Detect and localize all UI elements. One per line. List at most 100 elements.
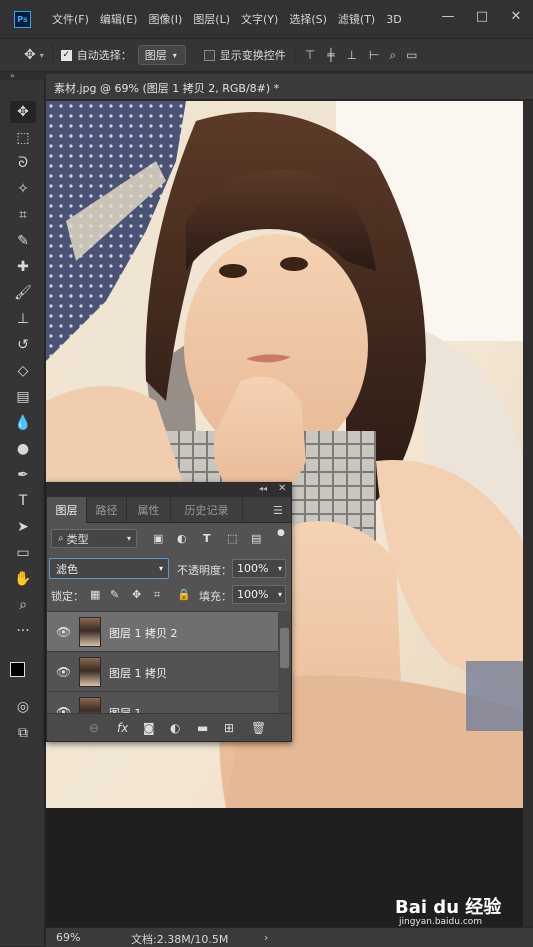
layers-panel: ◂◂ ✕ 图层 路径 属性 历史记录 ☰ ⌕ 类型 ▾ ▣ ◐ T ⬚ ▤ ● … [46, 482, 292, 742]
eyedropper-tool-icon[interactable]: ✎ [10, 230, 36, 252]
marquee-tool-icon[interactable]: ⬚ [10, 127, 36, 149]
menu-3d[interactable]: 3D [386, 13, 401, 26]
brush-tool-icon[interactable]: 🖌 [10, 282, 36, 304]
menu-filter[interactable]: 滤镜(T) [338, 11, 375, 27]
align-vertical-center-icon[interactable]: ╪ [327, 48, 334, 62]
filter-pixel-icon[interactable]: ▣ [153, 532, 163, 545]
expand-arrows-icon[interactable]: » [10, 71, 15, 80]
foreground-color-swatch[interactable] [10, 662, 25, 677]
layer-row[interactable]: 👁 图层 1 拷贝 2 [47, 612, 278, 652]
layer-row[interactable]: 👁 图层 1 [47, 692, 278, 713]
new-layer-icon[interactable]: ⊞ [224, 721, 234, 735]
lock-artboard-icon[interactable]: ⌗ [154, 588, 160, 602]
lock-position-icon[interactable]: ✥ [132, 588, 141, 601]
menu-image[interactable]: 图像(I) [148, 11, 182, 27]
close-button[interactable]: ✕ [499, 9, 533, 24]
tab-history[interactable]: 历史记录 [171, 497, 243, 523]
layer-name[interactable]: 图层 1 [109, 705, 142, 713]
magic-wand-tool-icon[interactable]: ✧ [10, 178, 36, 200]
lock-all-icon[interactable]: 🔒 [177, 588, 191, 601]
menu-select[interactable]: 选择(S) [289, 11, 327, 27]
adjustment-layer-icon[interactable]: ◐ [170, 721, 180, 735]
chevron-down-icon: ▾ [158, 564, 163, 573]
auto-select-target-value: 图层 [144, 49, 167, 62]
panel-titlebar[interactable]: ◂◂ ✕ [47, 483, 291, 497]
layer-row[interactable]: 👁 图层 1 拷贝 [47, 652, 278, 692]
gradient-tool-icon[interactable]: ▤ [10, 386, 36, 408]
filter-type-icon[interactable]: T [203, 532, 211, 545]
collapse-panel-icon[interactable]: ◂◂ [259, 484, 267, 493]
delete-layer-icon[interactable]: 🗑 [251, 721, 266, 735]
eye-icon[interactable]: 👁 [56, 665, 71, 679]
workspace-icon[interactable]: ▭ [406, 48, 417, 62]
minimize-button[interactable]: — [431, 9, 465, 24]
hand-tool-icon[interactable]: ✋ [10, 568, 36, 590]
fill-input[interactable]: 100% ▾ [232, 585, 286, 604]
panel-menu-icon[interactable]: ☰ [273, 504, 283, 517]
align-bottom-icon[interactable]: ⊥ [346, 48, 356, 62]
new-group-icon[interactable]: ▬ [197, 721, 208, 735]
zoom-tool-icon[interactable]: ⌕ [10, 594, 36, 616]
more-tools-icon[interactable]: ··· [10, 620, 36, 642]
menu-type[interactable]: 文字(Y) [241, 11, 278, 27]
tab-properties[interactable]: 属性 [127, 497, 171, 523]
lock-transparent-pixels-icon[interactable]: ▦ [90, 588, 100, 601]
eye-icon[interactable]: 👁 [56, 705, 71, 713]
tab-paths[interactable]: 路径 [87, 497, 127, 523]
status-menu-arrow-icon[interactable]: › [264, 931, 268, 944]
layer-list-scroll-thumb[interactable] [280, 628, 289, 668]
pen-tool-icon[interactable]: ✒ [10, 464, 36, 486]
options-bar: ✥ ▾ ✓ 自动选择： 图层 ▾ 显示变换控件 ⊤ ╪ ⊥ ⊢ ⌕ ▭ [0, 38, 533, 72]
filter-smart-object-icon[interactable]: ▤ [251, 532, 261, 545]
close-panel-icon[interactable]: ✕ [278, 483, 286, 494]
opacity-input[interactable]: 100% ▾ [232, 559, 286, 578]
move-tool-icon[interactable]: ✥ [24, 47, 36, 63]
zoom-level[interactable]: 69% [56, 931, 80, 944]
status-bar: 69% 文档:2.38M/10.5M › [46, 927, 533, 947]
layer-list: 👁 图层 1 拷贝 2 👁 图层 1 拷贝 👁 图层 1 [47, 611, 278, 713]
crop-tool-icon[interactable]: ⌗ [10, 204, 36, 226]
search-icon[interactable]: ⌕ [389, 48, 396, 63]
eraser-tool-icon[interactable]: ◇ [10, 360, 36, 382]
maximize-button[interactable]: □ [465, 9, 499, 24]
align-top-icon[interactable]: ⊤ [305, 48, 315, 62]
filter-toggle-icon[interactable]: ● [277, 528, 285, 538]
document-tab[interactable]: 素材.jpg @ 69% (图层 1 拷贝 2, RGB/8#) * [46, 74, 533, 100]
menu-edit[interactable]: 编辑(E) [100, 11, 138, 27]
filter-adjustment-icon[interactable]: ◐ [177, 532, 187, 545]
fill-label: 填充： [199, 590, 232, 603]
path-selection-tool-icon[interactable]: ➤ [10, 516, 36, 538]
tool-preset-chevron-icon[interactable]: ▾ [40, 51, 44, 60]
align-left-icon[interactable]: ⊢ [369, 48, 379, 62]
eye-icon[interactable]: 👁 [56, 625, 71, 639]
blur-tool-icon[interactable]: 💧 [10, 412, 36, 434]
filter-shape-icon[interactable]: ⬚ [227, 532, 237, 545]
layer-style-icon[interactable]: fx [117, 721, 128, 735]
history-brush-tool-icon[interactable]: ↺ [10, 334, 36, 356]
clone-stamp-tool-icon[interactable]: ⊥ [10, 308, 36, 330]
layer-name[interactable]: 图层 1 拷贝 [109, 665, 167, 681]
move-tool-icon[interactable]: ✥ [10, 101, 36, 123]
link-layers-icon[interactable]: ⊖ [89, 721, 99, 735]
type-tool-icon[interactable]: T [10, 490, 36, 512]
filter-type-value: 类型 [66, 532, 89, 546]
show-transform-checkbox[interactable] [203, 49, 215, 61]
tab-layers[interactable]: 图层 [47, 497, 87, 523]
layer-name[interactable]: 图层 1 拷贝 2 [109, 625, 178, 641]
screen-mode-icon[interactable]: ⧉ [10, 722, 36, 744]
quick-mask-icon[interactable]: ◎ [10, 696, 36, 718]
lasso-tool-icon[interactable]: ᘐ [10, 152, 36, 174]
watermark-url: jingyan.baidu.com [399, 917, 483, 927]
dodge-tool-icon[interactable]: ● [10, 438, 36, 460]
menu-file[interactable]: 文件(F) [52, 11, 89, 27]
auto-select-target-dropdown[interactable]: 图层 ▾ [137, 45, 186, 65]
blend-mode-dropdown[interactable]: 滤色 ▾ [49, 558, 169, 579]
add-mask-icon[interactable]: ◙ [143, 721, 155, 735]
filter-type-dropdown[interactable]: ⌕ 类型 ▾ [51, 529, 137, 548]
healing-brush-tool-icon[interactable]: ✚ [10, 256, 36, 278]
rectangle-tool-icon[interactable]: ▭ [10, 542, 36, 564]
auto-select-checkbox[interactable]: ✓ [60, 49, 72, 61]
canvas-vertical-scrollbar[interactable] [523, 101, 533, 927]
menu-layer[interactable]: 图层(L) [193, 11, 230, 27]
lock-image-pixels-icon[interactable]: ✎ [110, 588, 119, 601]
